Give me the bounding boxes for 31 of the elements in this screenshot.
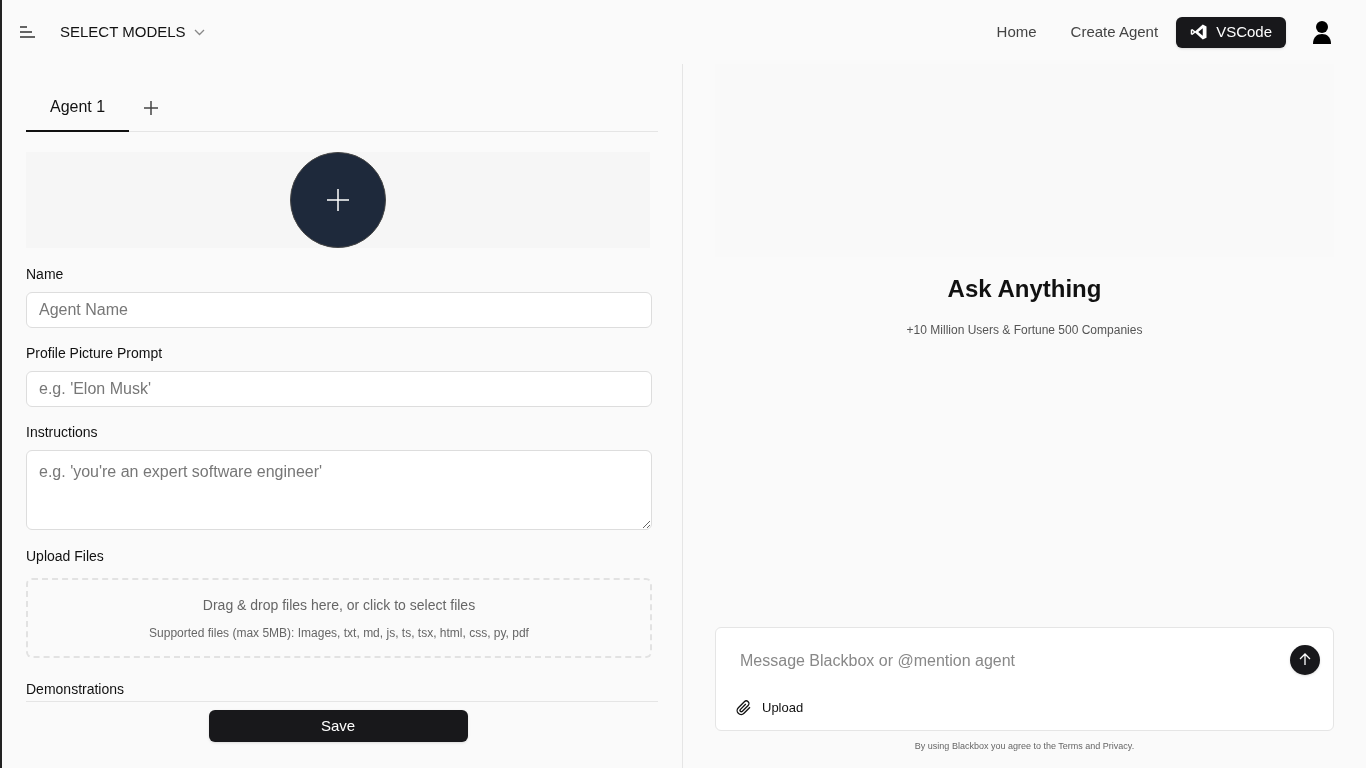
- add-tab-icon[interactable]: [143, 99, 160, 116]
- plus-icon: [326, 188, 350, 212]
- send-button[interactable]: [1290, 644, 1320, 675]
- code-editor-icon: [1190, 23, 1209, 41]
- drop-prompt: Drag & drop files here, or click to select files: [202, 595, 476, 615]
- textarea-field[interactable]: e.g. 'you're an expert software engineer': [26, 450, 652, 530]
- arrow-up-icon: [1299, 653, 1311, 666]
- menu-icon[interactable]: [18, 25, 36, 39]
- field-label: Upload Files: [26, 547, 105, 566]
- upload-button[interactable]: Upload: [736, 698, 804, 718]
- user-avatar-icon[interactable]: [1312, 20, 1332, 44]
- paperclip-icon: [736, 699, 752, 716]
- input-field[interactable]: e.g. 'Elon Musk': [26, 371, 652, 407]
- input-field[interactable]: Agent Name: [26, 292, 652, 328]
- heading: Ask Anything: [947, 274, 1102, 304]
- save-button[interactable]: Save: [208, 710, 468, 742]
- field-label: Instructions: [26, 423, 99, 442]
- subtitle: +10 Million Users & Fortune 500 Companies: [906, 322, 1143, 339]
- terms-note: By using Blackbox you agree to the Terms and Privacy.: [914, 739, 1135, 753]
- section-label: Demonstrations: [26, 680, 126, 698]
- model-selector[interactable]: SELECT MODELS: [60, 20, 205, 44]
- field-label: Name: [26, 265, 65, 284]
- nav-link[interactable]: Create Agent: [1064, 20, 1165, 44]
- supported-files-note: Supported files (max 5MB): Images, txt, md, js, ts, tsx, html, css, py, pdf: [149, 624, 529, 642]
- message-field[interactable]: Message Blackbox or @mention agent: [740, 647, 1280, 674]
- field-label: Profile Picture Prompt: [26, 344, 164, 363]
- file-drop-zone[interactable]: Drag & drop files here, or click to select files Supported files (max 5MB): Images, txt, md, js, ts, tsx, html, css, py, pdf: [26, 578, 652, 658]
- vscode-button[interactable]: VSCode: [1176, 16, 1286, 48]
- tab[interactable]: Agent 1: [26, 84, 130, 132]
- nav-link[interactable]: Home: [990, 20, 1043, 44]
- chevron-down-icon: [193, 28, 205, 36]
